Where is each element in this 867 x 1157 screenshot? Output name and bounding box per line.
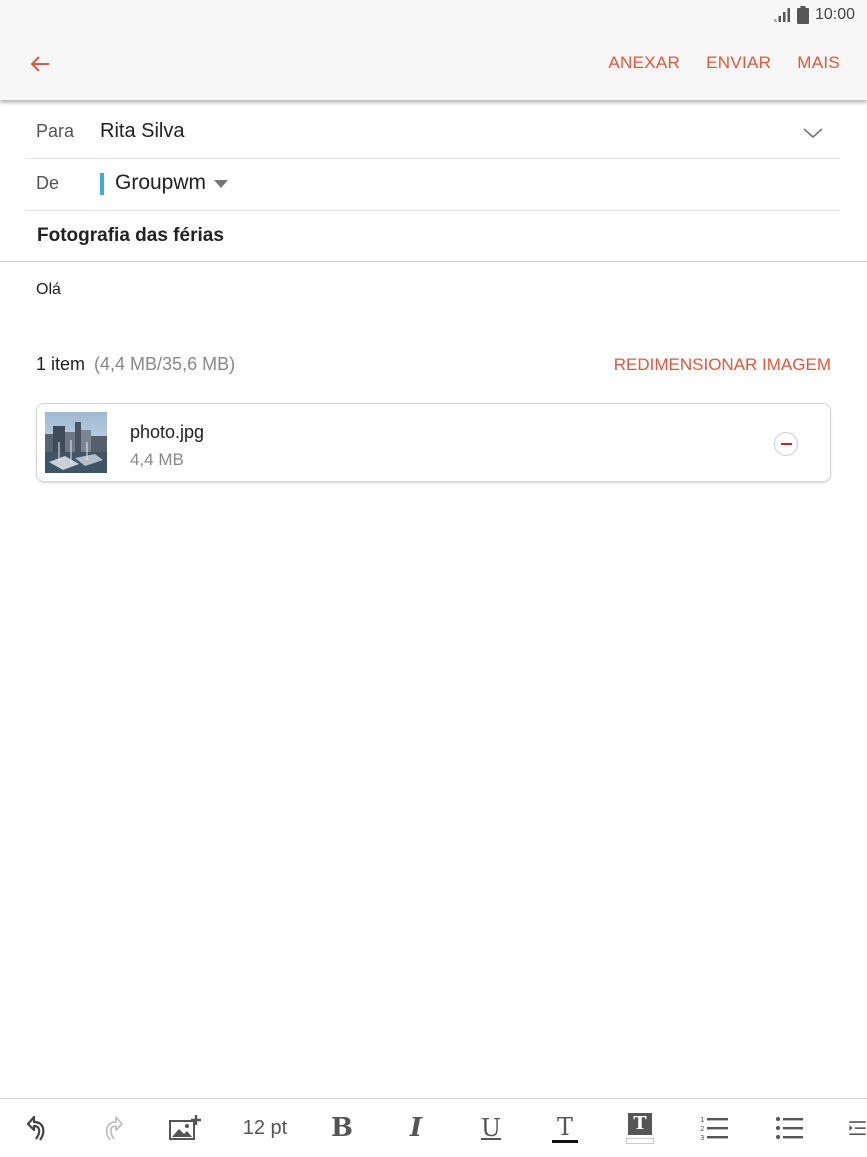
arrow-back-icon (30, 56, 49, 72)
attachment-total-size: (4,4 MB/35,6 MB) (94, 354, 236, 374)
numbered-list-button[interactable]: 1 2 3 (700, 1111, 730, 1145)
chevron-down-icon[interactable] (802, 122, 824, 144)
from-row: De Groupwm (26, 158, 840, 211)
attachment-size: 4,4 MB (130, 450, 184, 469)
signal-icon (773, 8, 790, 22)
underline-button[interactable]: U (477, 1111, 505, 1145)
status-bar: 10:00 (0, 0, 867, 30)
to-label: Para (36, 121, 75, 141)
text-color-icon: T (556, 1112, 573, 1141)
redo-button[interactable] (98, 1111, 126, 1145)
text-color-button[interactable]: T (548, 1111, 582, 1145)
send-button[interactable]: ENVIAR (706, 53, 771, 73)
attachment-item[interactable]: photo.jpg 4,4 MB (36, 403, 831, 482)
message-body[interactable]: Olá (36, 281, 61, 299)
undo-button[interactable] (24, 1111, 52, 1145)
svg-text:3: 3 (700, 1134, 704, 1141)
redo-icon (105, 1116, 123, 1141)
background-color-swatch (626, 1137, 654, 1144)
remove-attachment-button[interactable] (774, 432, 798, 456)
svg-text:1: 1 (700, 1116, 704, 1124)
app-bar: ANEXAR ENVIAR MAIS (0, 30, 867, 100)
to-row[interactable]: Para Rita Silva (26, 106, 840, 159)
resize-image-button[interactable]: REDIMENSIONAR IMAGEM (614, 355, 831, 375)
indent-icon (849, 1121, 866, 1136)
attach-button[interactable]: ANEXAR (608, 53, 680, 73)
attachment-thumbnail (45, 412, 107, 473)
bold-button[interactable]: B (328, 1111, 356, 1145)
font-size-select[interactable]: 12 pt (240, 1111, 290, 1145)
app-bar-actions: ANEXAR ENVIAR MAIS (608, 53, 840, 73)
status-time: 10:00 (814, 6, 855, 23)
insert-image-button[interactable] (168, 1111, 204, 1145)
insert-image-icon (169, 1115, 201, 1140)
formatting-toolbar: 12 pt B I U T T 1 2 3 (0, 1098, 867, 1157)
more-button[interactable]: MAIS (797, 53, 840, 73)
undo-icon (26, 1115, 45, 1141)
status-icons: 10:00 (773, 5, 855, 25)
dropdown-arrow-icon[interactable] (214, 180, 228, 188)
back-button[interactable] (24, 48, 56, 80)
subject-field[interactable]: Fotografia das férias (37, 225, 224, 247)
attachment-summary: 1 item (4,4 MB/35,6 MB) (36, 354, 235, 375)
indent-button[interactable] (848, 1111, 867, 1145)
battery-icon (796, 6, 809, 24)
attachment-count: 1 item (36, 354, 86, 374)
bullet-list-icon (776, 1117, 803, 1139)
attachment-name: photo.jpg (130, 422, 205, 442)
numbered-list-icon: 1 2 3 (700, 1116, 728, 1141)
svg-text:2: 2 (700, 1125, 704, 1133)
account-color-bar (100, 173, 104, 195)
italic-button[interactable]: I (402, 1111, 430, 1145)
text-color-swatch (552, 1139, 578, 1143)
background-color-icon: T (628, 1112, 652, 1135)
from-account-select[interactable]: Groupwm (115, 171, 206, 195)
to-recipient[interactable]: Rita Silva (100, 120, 184, 143)
subject-divider (0, 261, 867, 262)
bullet-list-button[interactable] (775, 1111, 805, 1145)
from-label: De (36, 173, 60, 193)
background-color-button[interactable]: T (624, 1111, 656, 1145)
